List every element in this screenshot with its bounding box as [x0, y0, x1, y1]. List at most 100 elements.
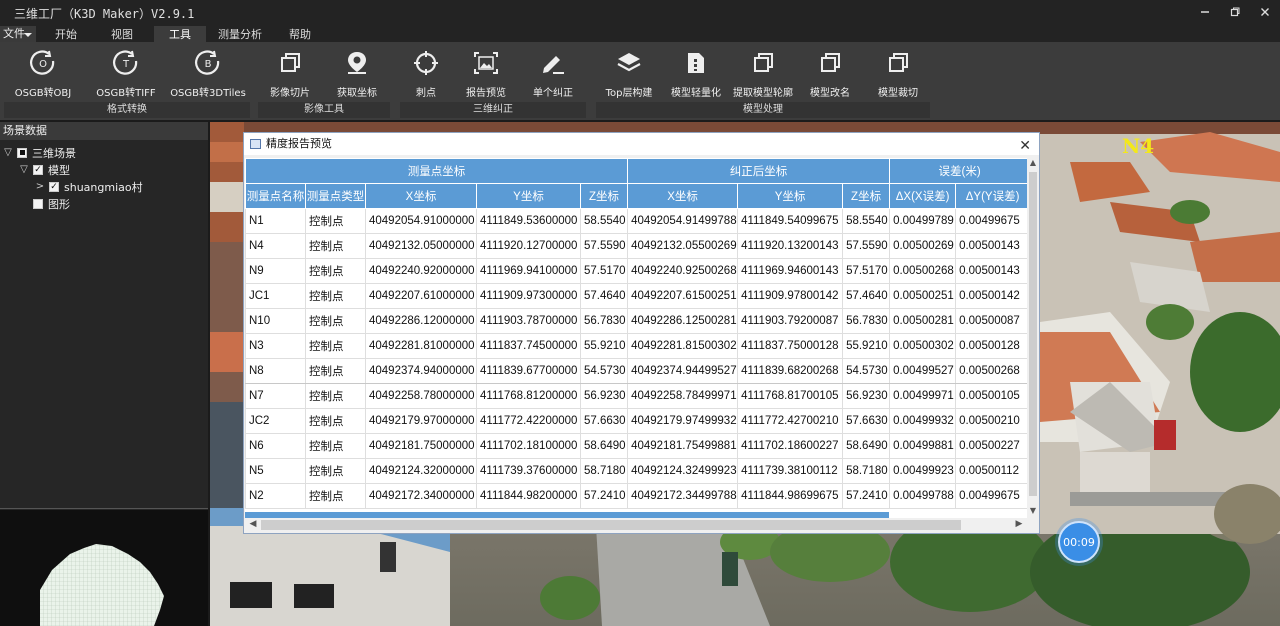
column-header[interactable]: ΔY(Y误差): [955, 183, 1027, 209]
column-header[interactable]: Z坐标: [842, 183, 891, 209]
model-crop-button[interactable]: 模型裁切: [870, 46, 926, 106]
get-coordinates-button[interactable]: 获取坐标: [328, 46, 386, 106]
table-cell: JC1: [245, 283, 306, 309]
scroll-thumb[interactable]: [1029, 172, 1037, 496]
tree-item-3d-scene[interactable]: ▽ 三维场景: [0, 144, 208, 161]
table-cell: 0.00500302: [889, 333, 957, 359]
osgb-to-obj-button[interactable]: O OSGB转OBJ: [8, 46, 78, 106]
table-cell: 4111739.38100112: [737, 458, 844, 484]
table-row[interactable]: N9 控制点 40492240.92000000 4111969.94100000 57…: [245, 258, 1027, 284]
table-row[interactable]: N3 控制点 40492281.81000000 4111837.74500000 55…: [245, 333, 1027, 359]
restore-icon[interactable]: [1220, 0, 1250, 24]
group-model-processing: 模型处理: [596, 102, 930, 118]
tree-item-model[interactable]: ▽ ✓ 模型: [0, 161, 208, 178]
tree-item-graphics[interactable]: 图形: [0, 195, 208, 212]
table-cell: 4111903.79200087: [737, 308, 844, 334]
table-cell: 4111849.54099675: [737, 208, 844, 234]
osgb-obj-icon: O: [28, 48, 58, 78]
table-cell: N10: [245, 308, 306, 334]
column-header[interactable]: 测量点类型: [305, 183, 366, 209]
model-rename-button[interactable]: 模型改名: [802, 46, 858, 106]
column-header[interactable]: Y坐标: [476, 183, 581, 209]
single-correction-button[interactable]: 单个纠正: [524, 46, 582, 106]
table-cell: 4111920.13200143: [737, 233, 844, 259]
dialog-title-bar[interactable]: 精度报告预览 ✕: [244, 133, 1039, 155]
expand-icon[interactable]: ▽: [18, 164, 30, 176]
table-cell: 4111768.81200000: [476, 383, 581, 409]
close-icon[interactable]: [1250, 0, 1280, 24]
table-row[interactable]: N4 控制点 40492132.05000000 4111920.12700000 57…: [245, 233, 1027, 259]
column-header[interactable]: Y坐标: [737, 183, 844, 209]
prick-point-label: 刺点: [416, 88, 436, 99]
table-row[interactable]: JC1 控制点 40492207.61000000 4111909.97300000 5…: [245, 283, 1027, 309]
table-cell: 4111969.94600143: [737, 258, 844, 284]
table-row[interactable]: N7 控制点 40492258.78000000 4111768.81200000 56…: [245, 383, 1027, 409]
scene-tree: ▽ 三维场景 ▽ ✓ 模型 > ✓ shuangmiao村 图形: [0, 140, 208, 212]
table-cell: 40492374.94000000: [365, 358, 477, 384]
table-cell: 0.00500087: [955, 308, 1027, 334]
vertical-scrollbar[interactable]: ▲ ▼: [1027, 158, 1039, 518]
column-header[interactable]: 测量点名称: [245, 183, 306, 209]
ribbon-toolbar: O OSGB转OBJ T OSGB转TIFF B OSGB转3DTiles 影像…: [0, 42, 1280, 120]
table-cell: N4: [245, 233, 306, 259]
minimize-icon[interactable]: [1190, 0, 1220, 24]
scroll-up-icon[interactable]: ▲: [1029, 158, 1037, 168]
column-header[interactable]: X坐标: [365, 183, 477, 209]
table-cell: 控制点: [305, 408, 366, 434]
table-row[interactable]: N2 控制点 40492172.34000000 4111844.98200000 57…: [245, 483, 1027, 509]
layers-icon: [614, 48, 644, 78]
table-row[interactable]: N6 控制点 40492181.75000000 4111702.18100000 58…: [245, 433, 1027, 459]
image-slice-button[interactable]: 影像切片: [260, 46, 320, 106]
scroll-thumb[interactable]: [261, 520, 961, 530]
checkbox[interactable]: [17, 147, 27, 158]
table-cell: 40492286.12000000: [365, 308, 477, 334]
scroll-left-icon[interactable]: ◀: [247, 519, 259, 531]
model-lightweight-button[interactable]: 模型轻量化: [666, 46, 726, 106]
osgb-to-3dtiles-button[interactable]: B OSGB转3DTiles: [168, 46, 248, 106]
report-preview-button[interactable]: 报告预览: [458, 46, 514, 106]
scroll-right-icon[interactable]: ▶: [1013, 519, 1025, 531]
column-header[interactable]: X坐标: [627, 183, 739, 209]
table-row[interactable]: N5 控制点 40492124.32000000 4111739.37600000 58…: [245, 458, 1027, 484]
overview-minimap[interactable]: [0, 510, 208, 626]
table-cell: 0.00500143: [955, 258, 1027, 284]
scroll-down-icon[interactable]: ▼: [1029, 506, 1037, 516]
checkbox[interactable]: ✓: [33, 164, 43, 175]
horizontal-scrollbar[interactable]: ◀ ▶: [245, 518, 1027, 532]
panel-divider[interactable]: [0, 508, 208, 509]
recording-timer[interactable]: 00:09: [1058, 521, 1100, 563]
expand-icon[interactable]: ▽: [2, 147, 14, 159]
table-row[interactable]: JC2 控制点 40492179.97000000 4111772.42200000 5…: [245, 408, 1027, 434]
top-layer-build-button[interactable]: Top层构建: [596, 46, 662, 106]
table-cell: 40492172.34499788: [627, 483, 739, 509]
close-icon[interactable]: ✕: [1019, 135, 1031, 157]
column-header[interactable]: ΔX(X误差): [889, 183, 957, 209]
single-correction-label: 单个纠正: [533, 88, 573, 99]
tree-item-shuangmiao[interactable]: > ✓ shuangmiao村: [0, 178, 208, 195]
group-header: 纠正后坐标: [627, 158, 891, 184]
table-cell: 0.00499675: [955, 208, 1027, 234]
table-row[interactable]: N10 控制点 40492286.12000000 4111903.78700000 5…: [245, 308, 1027, 334]
table-cell: N7: [245, 383, 306, 409]
table-cell: 控制点: [305, 258, 366, 284]
extract-outline-button[interactable]: 提取模型轮廓: [730, 46, 796, 106]
checkbox[interactable]: [33, 198, 43, 209]
prick-point-button[interactable]: 刺点: [400, 46, 452, 106]
osgb-tiff-icon: T: [111, 48, 141, 78]
chevron-right-icon[interactable]: >: [34, 181, 46, 193]
column-header[interactable]: Z坐标: [579, 183, 629, 209]
table-cell: 40492258.78499971: [627, 383, 739, 409]
report-table-container[interactable]: 测量点坐标 纠正后坐标 误差(米) 测量点名称 测量点类型 X坐标 Y坐标 Z坐标 X坐标…: [245, 158, 1027, 518]
table-cell: 控制点: [305, 458, 366, 484]
checkbox[interactable]: ✓: [49, 181, 59, 192]
model-rename-label: 模型改名: [810, 88, 850, 99]
table-cell: 40492281.81500302: [627, 333, 739, 359]
table-cell: 40492054.91000000: [365, 208, 477, 234]
osgb-3dtiles-icon: B: [193, 48, 223, 78]
table-row[interactable]: N1 控制点 40492054.91000000 4111849.53600000 58…: [245, 208, 1027, 234]
table-cell: 4111920.12700000: [476, 233, 581, 259]
group-header: 误差(米): [889, 158, 1027, 184]
table-row[interactable]: N8 控制点 40492374.94000000 4111839.67700000 54…: [245, 358, 1027, 384]
table-cell: 控制点: [305, 358, 366, 384]
osgb-to-tiff-button[interactable]: T OSGB转TIFF: [90, 46, 162, 106]
